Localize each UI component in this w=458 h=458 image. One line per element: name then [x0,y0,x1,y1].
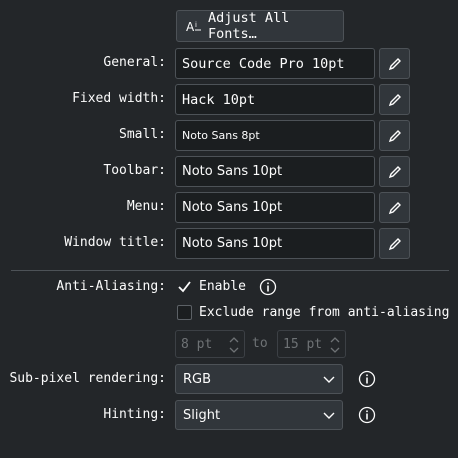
subpixel-combobox[interactable]: RGB [175,364,343,394]
fixed-width-label: Fixed width: [72,91,166,106]
fixed-width-font-field: Hack 10pt [175,84,375,115]
general-label: General: [103,55,166,70]
pencil-icon [388,57,401,70]
section-divider [11,270,449,271]
exclude-range-label[interactable]: Exclude range from anti-aliasing [199,305,449,320]
small-label: Small: [119,127,166,142]
window-title-label: Window title: [64,235,166,250]
spin-arrows-icon [330,337,340,353]
general-font-field: Source Code Pro 10pt [175,48,375,79]
menu-edit-button[interactable] [379,192,410,223]
toolbar-font-field: Noto Sans 10pt [175,156,375,187]
anti-aliasing-label: Anti-Aliasing: [56,279,166,294]
small-edit-button[interactable] [379,120,410,151]
chevron-down-icon [323,412,335,419]
fixed-width-edit-button[interactable] [379,84,410,115]
small-font-field: Noto Sans 8pt [175,120,375,151]
info-icon[interactable] [358,406,376,424]
subpixel-value: RGB [183,371,212,387]
pencil-icon [388,201,401,214]
range-from-spinbox: 8 pt [175,330,245,358]
pencil-icon [388,237,401,250]
checkmark-icon [178,281,191,293]
window-title-edit-button[interactable] [379,228,410,259]
spin-arrows-icon [229,337,239,353]
range-from-value: 8 pt [181,336,213,352]
info-icon[interactable] [358,370,376,388]
exclude-range-checkbox[interactable] [177,305,192,320]
pencil-icon [388,129,401,142]
hinting-label: Hinting: [103,407,166,422]
toolbar-edit-button[interactable] [379,156,410,187]
info-icon[interactable] [259,278,277,296]
subpixel-label: Sub-pixel rendering: [9,371,166,386]
general-edit-button[interactable] [379,48,410,79]
pencil-icon [388,165,401,178]
menu-font-field: Noto Sans 10pt [175,192,375,223]
toolbar-label: Toolbar: [103,163,166,178]
enable-label[interactable]: Enable [199,279,246,294]
font-adjust-icon: A i [186,18,202,34]
pencil-icon [388,93,401,106]
enable-checkbox[interactable] [177,279,192,294]
range-to-label: to [252,336,268,351]
hinting-combobox[interactable]: Slight [175,400,343,430]
adjust-all-fonts-label: Adjust All Fonts… [208,10,290,42]
svg-text:i: i [195,21,197,29]
range-to-value: 15 pt [283,336,323,352]
chevron-down-icon [323,376,335,383]
range-to-spinbox: 15 pt [277,330,346,358]
window-title-font-field: Noto Sans 10pt [175,228,375,259]
hinting-value: Slight [183,407,221,423]
adjust-all-fonts-button[interactable]: A i Adjust All Fonts… [176,10,344,42]
menu-label: Menu: [126,199,166,214]
svg-text:A: A [186,20,195,34]
